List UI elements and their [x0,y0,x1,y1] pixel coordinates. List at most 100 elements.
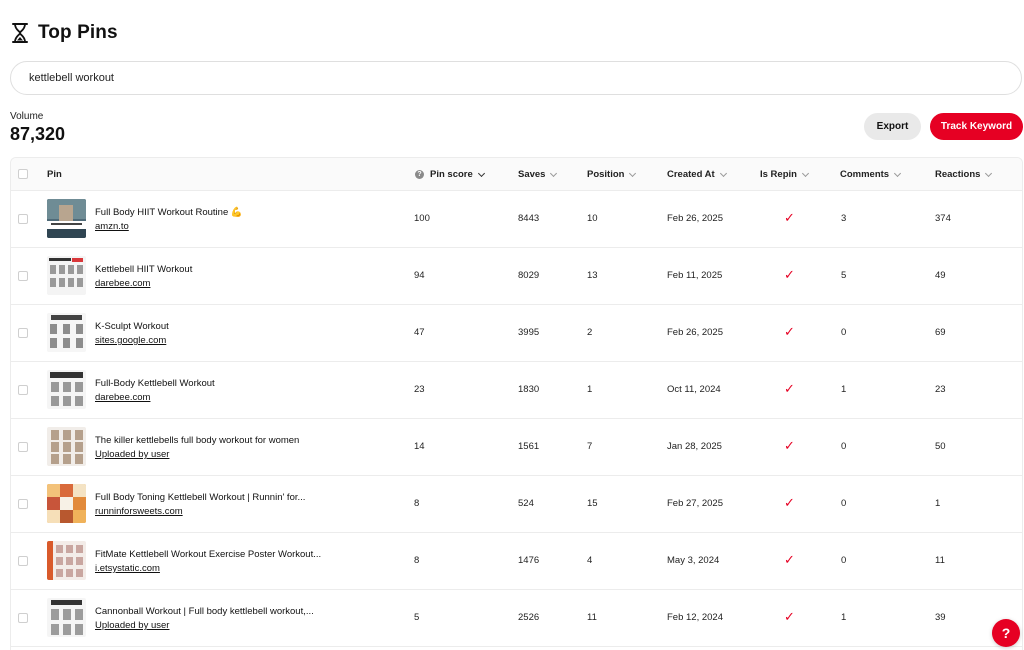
saves: 1476 [518,555,540,566]
page-title: Top Pins [38,22,118,43]
pin-thumbnail[interactable] [47,541,86,580]
repin-check-icon: ✓ [784,381,795,396]
pin-title: Full-Body Kettlebell Workout [95,378,215,389]
saves: 8443 [518,213,540,224]
pin-score: 8 [414,555,420,566]
column-label: Created At [667,169,715,180]
pins-table: Pin ? Pin score Saves Position Created At… [10,157,1023,650]
column-header-pin-score[interactable]: ? Pin score [415,158,485,191]
comments: 0 [841,555,847,566]
pin-source-link[interactable]: sites.google.com [95,335,166,346]
table-row[interactable]: The killer kettlebells full body workout… [11,419,1022,476]
row-checkbox[interactable] [18,328,28,338]
row-checkbox[interactable] [18,271,28,281]
pin-title: Kettlebell HIIT Workout [95,264,193,275]
chevron-down-icon [801,169,809,177]
position: 10 [587,213,598,224]
column-label: Comments [840,169,890,180]
pin-source-link[interactable]: i.etsystatic.com [95,563,160,574]
saves: 1561 [518,441,540,452]
search-bar[interactable] [10,61,1022,95]
pin-title: The killer kettlebells full body workout… [95,435,300,446]
row-checkbox[interactable] [18,385,28,395]
chevron-down-icon [629,169,637,177]
table-row[interactable]: Full Body Toning Kettlebell Workout | Ru… [11,476,1022,533]
saves: 524 [518,498,534,509]
repin-check-icon: ✓ [784,552,795,567]
table-row[interactable]: Full Body HIIT Workout Routine 💪 amzn.to… [11,191,1022,248]
column-label: Saves [518,169,546,180]
row-checkbox[interactable] [18,442,28,452]
column-header-reactions[interactable]: Reactions [935,158,993,191]
pin-title: Full Body HIIT Workout Routine 💪 [95,207,243,218]
select-all-checkbox[interactable] [18,169,28,179]
table-row[interactable]: Cannonball Workout | Full body kettlebel… [11,590,1022,647]
reactions: 49 [935,270,946,281]
export-button[interactable]: Export [864,113,921,140]
column-header-pin: Pin [47,158,62,191]
saves: 1830 [518,384,540,395]
column-label: Pin [47,169,62,180]
position: 4 [587,555,593,566]
created-at: May 3, 2024 [667,555,720,566]
page-header: Top Pins [10,20,118,46]
search-input[interactable] [29,72,1003,84]
pin-thumbnail[interactable] [47,427,86,466]
pin-thumbnail[interactable] [47,598,86,637]
column-header-saves[interactable]: Saves [518,158,558,191]
pin-source-link[interactable]: Uploaded by user [95,620,169,631]
pin-score: 8 [414,498,420,509]
repin-check-icon: ✓ [784,210,795,225]
pin-source-link[interactable]: darebee.com [95,392,150,403]
pin-score: 94 [414,270,425,281]
column-header-position[interactable]: Position [587,158,637,191]
reactions: 50 [935,441,946,452]
pin-score: 14 [414,441,425,452]
pin-source-link[interactable]: darebee.com [95,278,150,289]
table-row[interactable]: Kettlebell HIIT Workout darebee.com 94 8… [11,248,1022,305]
reactions: 69 [935,327,946,338]
hourglass-icon [12,23,28,43]
row-checkbox[interactable] [18,613,28,623]
chevron-down-icon [477,169,485,177]
comments: 0 [841,498,847,509]
pin-source-link[interactable]: runninforsweets.com [95,506,183,517]
column-header-created-at[interactable]: Created At [667,158,727,191]
table-row[interactable]: FitMate Kettlebell Workout Exercise Post… [11,533,1022,590]
help-button[interactable]: ? [992,619,1020,647]
pin-thumbnail[interactable] [47,313,86,352]
repin-check-icon: ✓ [784,438,795,453]
row-checkbox[interactable] [18,214,28,224]
row-checkbox[interactable] [18,499,28,509]
table-row[interactable]: Full-Body Kettlebell Workout darebee.com… [11,362,1022,419]
pin-score: 5 [414,612,420,623]
chevron-down-icon [894,169,902,177]
pin-thumbnail[interactable] [47,256,86,295]
pin-thumbnail[interactable] [47,370,86,409]
table-row[interactable]: K-Sculpt Workout sites.google.com 47 399… [11,305,1022,362]
info-icon[interactable]: ? [415,170,424,179]
pin-source-link[interactable]: amzn.to [95,221,129,232]
column-label: Pin score [430,169,473,180]
chevron-down-icon [985,169,993,177]
pin-thumbnail[interactable] [47,484,86,523]
chevron-down-icon [550,169,558,177]
column-label: Reactions [935,169,981,180]
comments: 0 [841,441,847,452]
created-at: Feb 27, 2025 [667,498,723,509]
row-checkbox[interactable] [18,556,28,566]
pin-title: K-Sculpt Workout [95,321,169,332]
saves: 2526 [518,612,540,623]
column-header-is-repin[interactable]: Is Repin [760,158,809,191]
repin-check-icon: ✓ [784,324,795,339]
track-keyword-button[interactable]: Track Keyword [930,113,1023,140]
comments: 1 [841,384,847,395]
pin-source-link[interactable]: Uploaded by user [95,449,169,460]
pin-score: 23 [414,384,425,395]
column-header-comments[interactable]: Comments [840,158,902,191]
column-label: Position [587,169,625,180]
pin-thumbnail[interactable] [47,199,86,238]
position: 15 [587,498,598,509]
repin-check-icon: ✓ [784,267,795,282]
reactions: 23 [935,384,946,395]
